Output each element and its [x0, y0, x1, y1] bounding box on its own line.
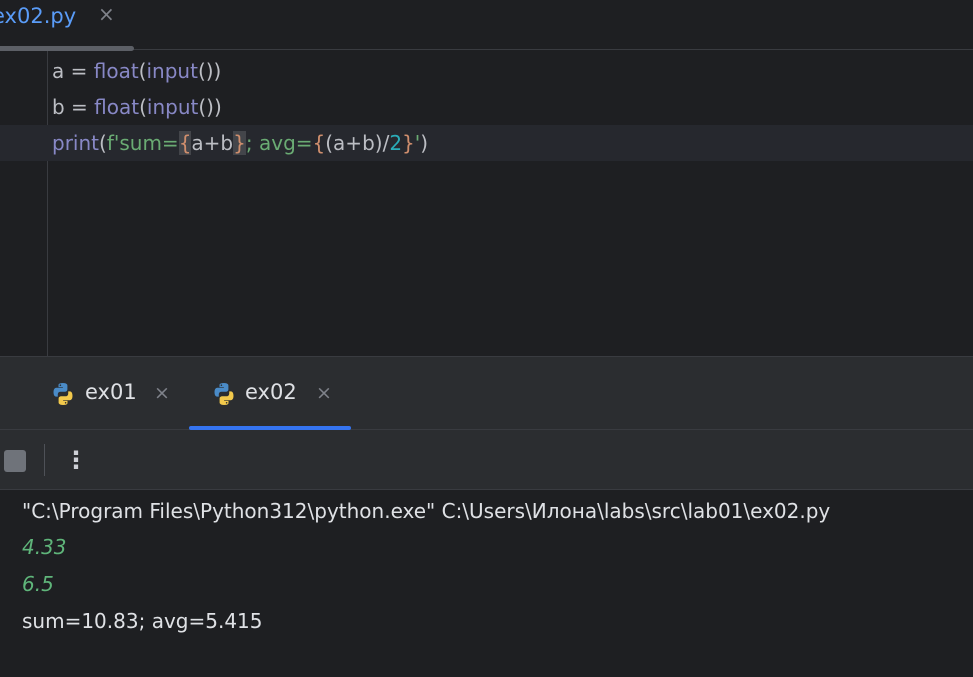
code-token-string: ; avg= — [245, 131, 313, 155]
run-tab-label[interactable]: ex02 — [245, 380, 297, 404]
console-toolbar: ⋮ — [0, 430, 973, 490]
code-editor[interactable]: a = float(input()) b = float(input()) pr… — [0, 51, 973, 356]
code-token-plain: a = — [52, 59, 94, 83]
code-token-plain: (a+b)/ — [325, 131, 390, 155]
code-token-builtin: input — [146, 95, 199, 119]
ide-window: ex02.py × a = float(input()) b = float(i… — [0, 0, 973, 677]
stop-icon[interactable] — [4, 450, 26, 472]
console-user-input: 4.33 — [22, 535, 67, 559]
code-token-plain: a+b — [191, 131, 234, 155]
code-line-content[interactable]: print(f'sum={a+b}; avg={(a+b)/2}') — [52, 125, 428, 161]
code-token-plain: ( — [139, 95, 147, 119]
console-program-output: sum=10.83; avg=5.415 — [22, 609, 263, 633]
code-token-plain: ) — [420, 131, 429, 155]
code-token-builtin: print — [52, 131, 99, 155]
code-token-num: 2 — [389, 131, 403, 155]
run-tab-ex01[interactable]: ex01 × — [50, 357, 180, 429]
console-output[interactable]: "C:\Program Files\Python312\python.exe" … — [0, 490, 973, 677]
code-token-plain: b = — [52, 95, 95, 119]
python-icon — [53, 383, 73, 405]
console-user-input: 6.5 — [22, 572, 54, 596]
code-token-plain: ()) — [198, 95, 222, 119]
run-tab-strip: ex01 × ex02 × — [0, 356, 973, 430]
python-icon — [214, 383, 234, 405]
code-token-brace: { — [178, 131, 192, 155]
code-token-builtin: float — [93, 59, 139, 83]
code-line-content[interactable]: b = float(input()) — [52, 89, 222, 125]
editor-tab-ex02[interactable]: ex02.py × — [0, 0, 134, 51]
code-token-brace: { — [312, 131, 326, 155]
editor-tab-label[interactable]: ex02.py — [0, 4, 76, 28]
code-token-plain: ( — [99, 131, 107, 155]
close-icon[interactable]: × — [316, 382, 332, 404]
code-line-current[interactable]: print(f'sum={a+b}; avg={(a+b)/2}') — [0, 125, 973, 161]
code-token-builtin: input — [146, 59, 198, 83]
code-token-brace: } — [402, 131, 415, 155]
code-line[interactable]: a = float(input()) — [0, 53, 973, 89]
code-line[interactable]: b = float(input()) — [0, 89, 973, 125]
run-tab-ex02[interactable]: ex02 × — [211, 357, 341, 429]
console-command-line: "C:\Program Files\Python312\python.exe" … — [22, 499, 831, 523]
editor-tab-strip: ex02.py × — [0, 0, 973, 51]
code-token-brace: } — [233, 131, 246, 155]
close-icon[interactable]: × — [98, 2, 115, 26]
code-line-content[interactable]: a = float(input()) — [52, 53, 221, 89]
run-tab-label[interactable]: ex01 — [85, 380, 137, 404]
more-vertical-icon[interactable]: ⋮ — [64, 442, 88, 478]
code-token-string: f'sum= — [106, 131, 179, 155]
code-token-builtin: float — [94, 95, 140, 119]
code-token-plain: ()) — [197, 59, 222, 83]
toolbar-divider — [44, 444, 45, 476]
close-icon[interactable]: × — [154, 382, 170, 404]
